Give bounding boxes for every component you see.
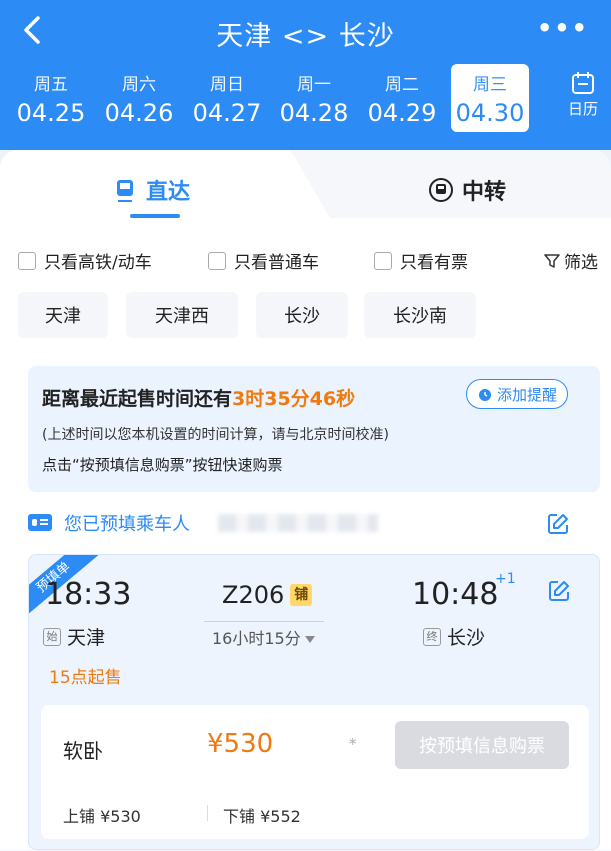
train-card[interactable]: 预填单 18:33 始 天津 Z206 铺 16小时15分 10:48 +1 终…: [28, 554, 600, 850]
origin-tag: 始: [43, 627, 61, 646]
departure-station: 始 天津: [43, 623, 105, 650]
filter-label: 筛选: [564, 253, 598, 273]
sale-countdown-prefix: 距离最近起售时间还有: [42, 388, 233, 410]
date-selector: 周五 04.25 周六 04.26 周日 04.27 周一 04.28 周二 0…: [8, 64, 608, 136]
arrival-station-name: 长沙: [447, 627, 486, 649]
arrival-time: 10:48: [412, 577, 499, 612]
filter-highspeed-checkbox[interactable]: 只看高铁/动车: [18, 248, 152, 273]
date-item[interactable]: 周五 04.25: [12, 64, 90, 132]
station-chip[interactable]: 长沙: [256, 292, 348, 338]
seat-type: 软卧: [63, 739, 103, 763]
date-weekday: 周六: [122, 75, 156, 95]
next-day-marker: +1: [495, 571, 516, 587]
checkbox-box: [374, 251, 392, 270]
train-icon: [117, 180, 133, 202]
passenger-label: 您已预填乘车人: [64, 514, 190, 535]
filter-available-label: 只看有票: [400, 253, 468, 273]
date-day: 04.26: [104, 99, 174, 127]
filter-icon: [544, 253, 560, 268]
date-day: 04.25: [16, 99, 86, 127]
more-icon[interactable]: •••: [537, 14, 589, 42]
date-item[interactable]: 周一 04.28: [275, 64, 353, 132]
terminal-tag: 终: [423, 627, 441, 646]
seat-option: 软卧 ¥530 * 按预填信息购票 上铺 ¥530 下铺 ¥552: [41, 705, 589, 839]
station-chip[interactable]: 天津: [18, 292, 108, 338]
date-weekday: 周五: [34, 75, 68, 95]
tab-direct[interactable]: 直达: [112, 174, 190, 206]
lower-berth-price: 下铺 ¥552: [223, 807, 301, 826]
sale-hint: 点击“按预填信息购票”按钮快速购票: [42, 456, 283, 474]
date-weekday: 周日: [210, 75, 244, 95]
date-weekday: 周二: [385, 75, 419, 95]
calendar-button[interactable]: 日历: [563, 70, 603, 119]
edit-passenger-button[interactable]: [546, 512, 570, 536]
date-day: 04.28: [279, 99, 349, 127]
date-item[interactable]: 周六 04.26: [100, 64, 178, 132]
berth-badge: 铺: [290, 584, 313, 606]
checkbox-box: [208, 251, 226, 270]
alarm-icon: [478, 389, 491, 401]
filter-bar: 只看高铁/动车 只看普通车 只看有票 筛选: [18, 248, 598, 276]
id-card-icon: [28, 514, 52, 531]
sale-start-time: 15点起售: [49, 668, 122, 688]
header: 天津 <> 长沙 ••• 周五 04.25 周六 04.26 周日 04.27 …: [0, 0, 611, 150]
calendar-label: 日历: [567, 100, 598, 118]
transfer-train-icon: [429, 178, 453, 202]
upper-berth-price: 上铺 ¥530: [63, 807, 141, 826]
filter-available-checkbox[interactable]: 只看有票: [374, 248, 468, 273]
filter-normal-checkbox[interactable]: 只看普通车: [208, 248, 319, 273]
seat-price: ¥530: [207, 729, 274, 759]
date-day: 04.27: [192, 99, 262, 127]
edit-icon: [548, 514, 568, 534]
edit-icon: [549, 581, 569, 601]
passenger-row: 您已预填乘车人: [28, 510, 588, 540]
calendar-icon: [572, 72, 594, 94]
date-weekday: 周一: [297, 75, 331, 95]
tab-direct-label: 直达: [146, 180, 191, 205]
date-item-selected[interactable]: 周三 04.30: [451, 64, 529, 132]
tab-transfer[interactable]: 中转: [428, 174, 506, 206]
date-item[interactable]: 周二 04.29: [363, 64, 441, 132]
date-day: 04.29: [367, 99, 437, 127]
station-chip[interactable]: 长沙南: [364, 292, 476, 338]
checkbox-box: [18, 251, 36, 270]
date-day: 04.30: [455, 99, 525, 127]
seat-star: *: [349, 735, 357, 753]
sale-countdown-line: 距离最近起售时间还有3时35分46秒: [42, 384, 355, 411]
station-chip[interactable]: 天津西: [126, 292, 238, 338]
train-number-text: Z206: [222, 581, 285, 609]
date-weekday: 周三: [473, 75, 507, 95]
departure-station-name: 天津: [67, 627, 106, 649]
edit-order-button[interactable]: [547, 579, 571, 603]
departure-time: 18:33: [45, 577, 132, 612]
filter-button[interactable]: 筛选: [544, 248, 598, 273]
train-number: Z206 铺: [222, 581, 313, 609]
tab-transfer-label: 中转: [462, 180, 507, 205]
page-title: 天津 <> 长沙: [216, 21, 395, 52]
add-reminder-label: 添加提醒: [496, 385, 557, 404]
filter-highspeed-label: 只看高铁/动车: [44, 253, 152, 273]
add-reminder-button[interactable]: 添加提醒: [465, 379, 568, 409]
sale-countdown: 3时35分46秒: [232, 388, 356, 410]
arrival-station: 终 长沙: [423, 623, 485, 650]
buy-prefill-button[interactable]: 按预填信息购票: [395, 721, 569, 769]
duration-divider: [204, 621, 324, 622]
divider: [207, 805, 208, 821]
date-item[interactable]: 周日 04.27: [188, 64, 266, 132]
passenger-names-blurred: [218, 514, 378, 532]
sale-note: (上述时间以您本机设置的时间计算，请与北京时间校准): [42, 427, 389, 443]
filter-normal-label: 只看普通车: [234, 253, 319, 273]
sale-notice: 距离最近起售时间还有3时35分46秒 添加提醒 (上述时间以您本机设置的时间计算…: [28, 366, 600, 492]
duration-dropdown[interactable]: 16小时15分: [212, 625, 315, 649]
